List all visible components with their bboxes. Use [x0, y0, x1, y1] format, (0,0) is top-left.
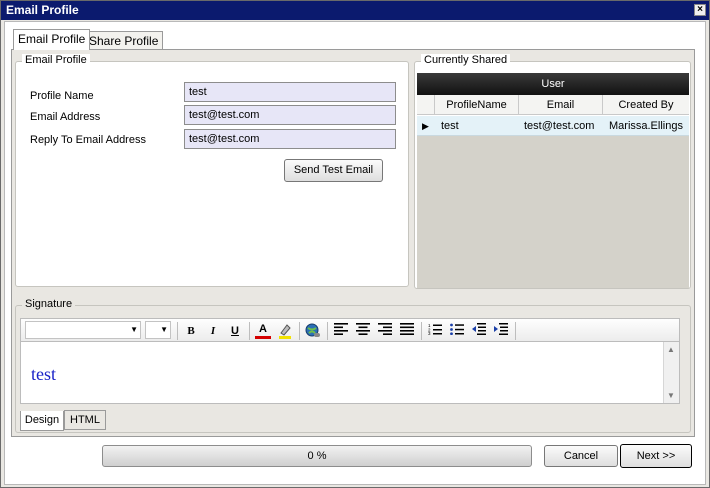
- reply-to-input[interactable]: [184, 129, 396, 149]
- toolbar-separator: [421, 322, 422, 340]
- row-indicator-icon: ▶: [422, 121, 429, 131]
- grid-column-headers: ProfileName Email Created By: [417, 95, 689, 115]
- grid-empty-area: [417, 136, 689, 288]
- email-profile-window: Email Profile × Email Profile Share Prof…: [0, 0, 710, 488]
- cell-email: test@test.com: [524, 120, 595, 132]
- column-header-email[interactable]: Email: [519, 95, 603, 115]
- globe-link-icon: [305, 323, 320, 337]
- font-color-button[interactable]: A: [255, 323, 271, 339]
- column-header-created-by[interactable]: Created By: [603, 95, 689, 115]
- signature-legend: Signature: [22, 298, 76, 310]
- tab-email-profile[interactable]: Email Profile: [13, 29, 91, 50]
- send-test-email-button[interactable]: Send Test Email: [284, 159, 383, 182]
- tab-design-mode[interactable]: Design: [20, 411, 64, 431]
- bold-button[interactable]: B: [183, 323, 199, 339]
- cell-profile-name: test: [441, 120, 459, 132]
- signature-editor[interactable]: test ▲ ▼: [20, 342, 680, 404]
- svg-text:3: 3: [428, 331, 431, 335]
- toolbar-separator: [299, 322, 300, 340]
- toolbar-separator: [177, 322, 178, 340]
- numbered-list-button[interactable]: 1 2 3: [427, 323, 443, 339]
- align-justify-icon: [400, 323, 414, 335]
- bullet-list-button[interactable]: [449, 323, 465, 339]
- font-name-chevron-down-icon: ▼: [130, 325, 138, 334]
- currently-shared-group: Currently Shared User ProfileName Email …: [414, 54, 691, 289]
- reply-to-label: Reply To Email Address: [30, 134, 146, 146]
- insert-link-button[interactable]: [305, 323, 321, 339]
- toolbar-separator: [327, 322, 328, 340]
- title-bar: Email Profile ×: [1, 1, 709, 20]
- font-size-select[interactable]: ▼: [145, 321, 171, 339]
- indent-icon: [494, 323, 508, 335]
- indent-button[interactable]: [493, 323, 509, 339]
- editor-scrollbar[interactable]: ▲ ▼: [663, 342, 679, 403]
- grid-group-header: User: [417, 73, 689, 95]
- align-center-icon: [356, 323, 370, 335]
- next-button[interactable]: Next >>: [620, 444, 692, 468]
- highlighter-icon: [279, 324, 291, 339]
- underline-button[interactable]: U: [227, 323, 243, 339]
- align-right-button[interactable]: [377, 323, 393, 339]
- editor-toolbar: ▼ ▼ B I U A 1 2 3: [20, 318, 680, 342]
- profile-name-input[interactable]: [184, 82, 396, 102]
- scroll-up-icon[interactable]: ▲: [667, 345, 675, 354]
- scroll-down-icon[interactable]: ▼: [667, 391, 675, 400]
- email-profile-legend: Email Profile: [22, 54, 90, 66]
- numbered-list-icon: 1 2 3: [428, 323, 442, 336]
- toolbar-separator: [515, 322, 516, 340]
- bullet-list-icon: [450, 323, 464, 336]
- progress-label: 0 %: [307, 450, 327, 462]
- italic-button[interactable]: I: [205, 323, 221, 339]
- column-header-profile-name[interactable]: ProfileName: [435, 95, 519, 115]
- currently-shared-legend: Currently Shared: [421, 54, 511, 66]
- outdent-button[interactable]: [471, 323, 487, 339]
- progress-bar: 0 %: [102, 445, 532, 467]
- cancel-button[interactable]: Cancel: [544, 445, 618, 467]
- outdent-icon: [472, 323, 486, 335]
- toolbar-separator: [249, 322, 250, 340]
- justify-button[interactable]: [399, 323, 415, 339]
- email-address-label: Email Address: [30, 111, 101, 123]
- tab-panel: Email Profile Profile Name Email Address…: [11, 49, 695, 437]
- signature-content: test: [31, 364, 56, 384]
- profile-name-label: Profile Name: [30, 90, 94, 102]
- tab-share-profile[interactable]: Share Profile: [84, 31, 164, 50]
- email-address-input[interactable]: [184, 105, 396, 125]
- tab-html-mode[interactable]: HTML: [64, 410, 106, 430]
- table-row[interactable]: ▶ test test@test.com Marissa.Ellings: [417, 116, 689, 136]
- font-size-chevron-down-icon: ▼: [160, 325, 168, 334]
- font-name-select[interactable]: ▼: [25, 321, 141, 339]
- signature-group: Signature ▼ ▼ B I U A 1 2 3 test ▲ ▼ Des…: [15, 298, 691, 433]
- cell-created-by: Marissa.Ellings: [609, 120, 683, 132]
- window-title: Email Profile: [6, 3, 79, 17]
- row-indicator-header: [417, 95, 435, 115]
- align-center-button[interactable]: [355, 323, 371, 339]
- email-profile-group: Email Profile Profile Name Email Address…: [15, 54, 409, 287]
- align-left-button[interactable]: [333, 323, 349, 339]
- align-right-icon: [378, 323, 392, 335]
- close-button[interactable]: ×: [694, 4, 706, 16]
- highlight-color-button[interactable]: [277, 323, 293, 339]
- align-left-icon: [334, 323, 348, 335]
